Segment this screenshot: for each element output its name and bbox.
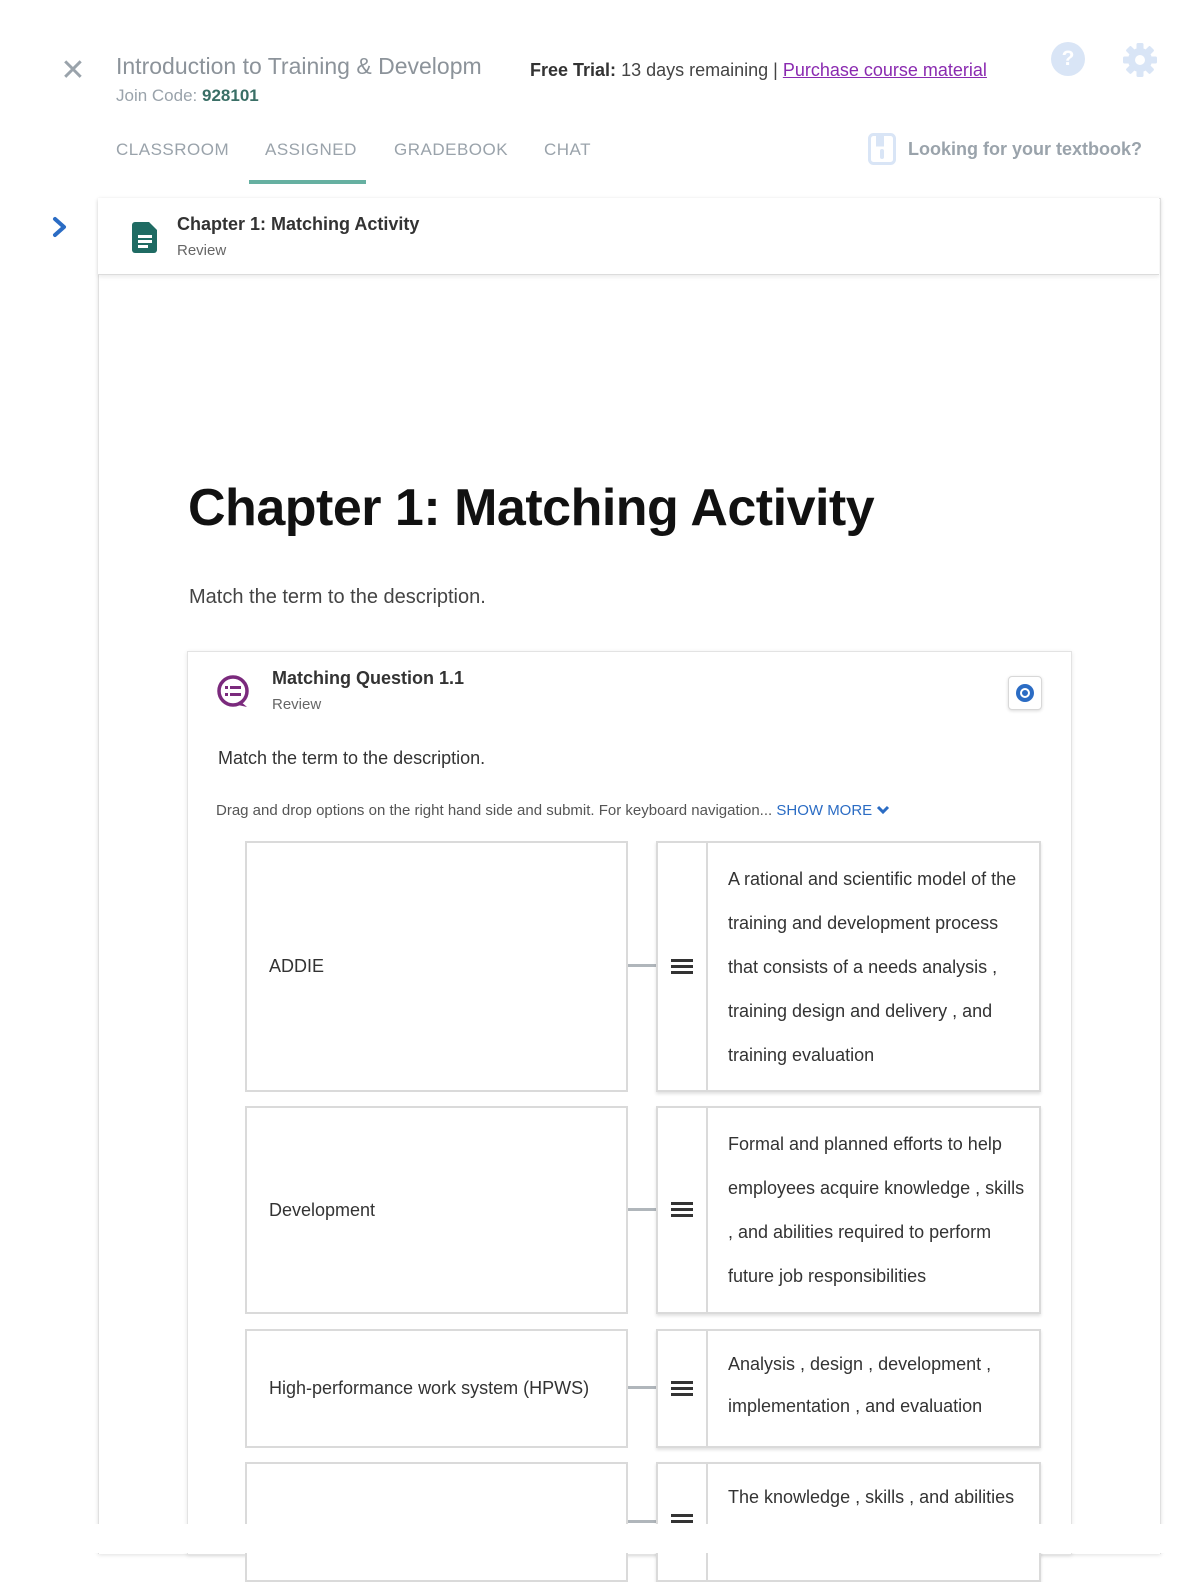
textbook-link[interactable]: Looking for your textbook? bbox=[868, 133, 1142, 165]
show-more-button[interactable]: SHOW MORE bbox=[776, 802, 890, 819]
tab-chat[interactable]: CHAT bbox=[544, 140, 591, 160]
match-term: ADDIE bbox=[245, 841, 628, 1092]
active-tab-indicator bbox=[249, 180, 366, 184]
free-trial-notice: Free Trial: 13 days remaining | Purchase… bbox=[530, 60, 987, 81]
question-instructions: Drag and drop options on the right hand … bbox=[216, 802, 890, 819]
question-icon bbox=[214, 673, 252, 711]
question-settings-button[interactable] bbox=[1008, 676, 1042, 710]
match-connector bbox=[628, 1208, 658, 1211]
expand-sidebar-chevron-icon[interactable] bbox=[50, 216, 70, 238]
match-description-card[interactable]: A rational and scientific model of the t… bbox=[656, 841, 1041, 1092]
match-description-card[interactable]: Formal and planned efforts to help emplo… bbox=[656, 1106, 1041, 1314]
match-term: High-performance work system (HPWS) bbox=[245, 1329, 628, 1448]
drag-handle-icon[interactable] bbox=[658, 843, 708, 1090]
drag-handle-icon[interactable] bbox=[658, 1464, 708, 1580]
match-description: Formal and planned efforts to help emplo… bbox=[728, 1134, 1025, 1286]
gear-badge-icon bbox=[1016, 684, 1034, 702]
instructions-text: Drag and drop options on the right hand … bbox=[216, 802, 773, 819]
question-title: Matching Question 1.1 bbox=[272, 668, 465, 688]
match-term: Development bbox=[245, 1106, 628, 1314]
assignment-header bbox=[98, 198, 1159, 275]
assignment-title: Chapter 1: Matching Activity bbox=[177, 214, 420, 234]
question-type: Review bbox=[272, 696, 322, 713]
course-title: Introduction to Training & Developm bbox=[116, 53, 482, 79]
match-description: A rational and scientific model of the t… bbox=[728, 869, 1017, 1065]
match-connector bbox=[628, 1386, 658, 1389]
join-code-value: 928101 bbox=[202, 86, 259, 105]
match-description: The knowledge , skills , and abilities bbox=[728, 1487, 1015, 1507]
drag-handle-icon[interactable] bbox=[658, 1108, 708, 1312]
gear-icon[interactable] bbox=[1120, 40, 1160, 80]
drag-handle-icon[interactable] bbox=[658, 1331, 708, 1446]
page-title: Chapter 1: Matching Activity bbox=[188, 479, 875, 537]
document-icon bbox=[130, 220, 160, 254]
chevron-down-icon bbox=[877, 805, 890, 815]
trial-label: Free Trial: bbox=[530, 60, 617, 80]
assignment-type: Review bbox=[177, 242, 227, 259]
match-description: Analysis , design , development , implem… bbox=[728, 1354, 992, 1416]
page-subtitle: Match the term to the description. bbox=[189, 586, 486, 608]
trial-text: 13 days remaining | bbox=[621, 60, 778, 80]
help-icon[interactable]: ? bbox=[1051, 42, 1085, 76]
match-term bbox=[245, 1462, 628, 1582]
textbook-link-label: Looking for your textbook? bbox=[908, 138, 1142, 159]
tab-assigned[interactable]: ASSIGNED bbox=[265, 140, 357, 160]
match-description-card[interactable]: The knowledge , skills , and abilities bbox=[656, 1462, 1041, 1582]
match-description-card[interactable]: Analysis , design , development , implem… bbox=[656, 1329, 1041, 1448]
match-connector bbox=[628, 964, 658, 967]
join-code-label: Join Code: bbox=[116, 86, 198, 105]
close-icon[interactable]: ✕ bbox=[58, 56, 88, 86]
book-icon bbox=[868, 133, 896, 165]
page-bottom-margin bbox=[0, 1524, 1200, 1553]
question-prompt: Match the term to the description. bbox=[218, 748, 486, 768]
join-code: Join Code: 928101 bbox=[116, 86, 259, 106]
tab-gradebook[interactable]: GRADEBOOK bbox=[394, 140, 508, 160]
tab-classroom[interactable]: CLASSROOM bbox=[116, 140, 229, 160]
match-connector bbox=[628, 1520, 658, 1523]
purchase-course-material-link[interactable]: Purchase course material bbox=[783, 60, 987, 80]
